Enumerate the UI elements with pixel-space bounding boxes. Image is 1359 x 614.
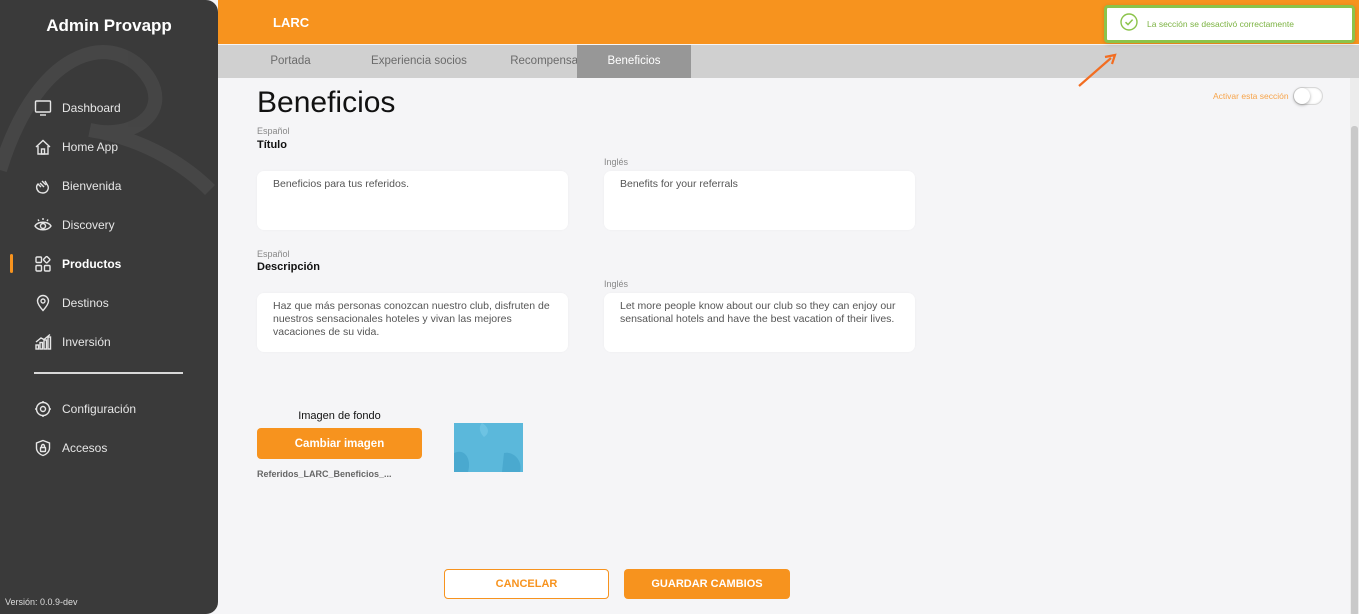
shield-lock-icon <box>34 439 52 457</box>
activate-section-control: Activar esta sección <box>1213 87 1323 105</box>
version-label: Versión: 0.0.9-dev <box>5 597 78 607</box>
descripcion-en-input[interactable]: Let more people know about our club so t… <box>604 293 915 352</box>
descripcion-es-input[interactable]: Haz que más personas conozcan nuestro cl… <box>257 293 568 352</box>
sidebar-item-configuracion[interactable]: Configuración <box>0 389 218 428</box>
sidebar-nav: Dashboard Home App Bienvenida Discovery … <box>0 88 218 361</box>
sidebar-item-label: Accesos <box>62 440 108 455</box>
sidebar-item-label: Destinos <box>62 295 109 310</box>
titulo-lang-es: Español <box>257 126 290 136</box>
image-filename: Referidos_LARC_Beneficios_... <box>257 469 392 479</box>
sidebar-item-label: Configuración <box>62 401 137 416</box>
change-image-button[interactable]: Cambiar imagen <box>257 428 422 459</box>
check-circle-icon <box>1120 12 1138 36</box>
toggle-label: Activar esta sección <box>1213 91 1289 101</box>
sidebar-item-accesos[interactable]: Accesos <box>0 428 218 467</box>
titulo-es-input[interactable]: Beneficios para tus referidos. <box>257 171 568 230</box>
grid-icon <box>34 255 52 273</box>
brand-title: Admin Provapp <box>46 16 172 35</box>
annotation-arrow-icon <box>1078 53 1117 87</box>
tab-bar: Portada Experiencia socios Recompensas B… <box>218 45 1359 78</box>
home-icon <box>34 138 52 156</box>
scrollbar-thumb[interactable] <box>1351 126 1358 614</box>
sidebar-item-label: Productos <box>62 256 122 271</box>
sidebar-item-dashboard[interactable]: Dashboard <box>0 88 218 127</box>
header-title: LARC <box>273 15 310 30</box>
titulo-lang-en: Inglés <box>604 157 629 167</box>
sidebar-item-inversion[interactable]: Inversión <box>0 322 218 361</box>
gear-icon <box>34 400 52 418</box>
sidebar-secondary-nav: Configuración Accesos <box>0 389 218 467</box>
leaf-pattern-icon <box>454 423 521 472</box>
descripcion-lang-en: Inglés <box>604 279 629 289</box>
sidebar-divider <box>34 372 183 374</box>
sidebar-item-discovery[interactable]: Discovery <box>0 205 218 244</box>
descripcion-lang-es: Español <box>257 249 290 259</box>
tab-experiencia-socios[interactable]: Experiencia socios <box>346 45 492 78</box>
sidebar-item-label: Inversión <box>62 334 111 349</box>
success-toast: La sección se desactivó correctamente <box>1104 5 1355 43</box>
descripcion-label: Descripción <box>257 261 320 273</box>
toast-message: La sección se desactivó correctamente <box>1147 19 1294 29</box>
eye-icon <box>34 216 52 234</box>
bar-chart-icon <box>34 333 52 351</box>
cancel-button[interactable]: CANCELAR <box>444 569 609 599</box>
content-scrollbar[interactable] <box>1350 78 1359 614</box>
monitor-icon <box>34 99 52 117</box>
sidebar: Admin Provapp Dashboard Home App Bienven… <box>0 0 218 614</box>
waving-hand-icon <box>34 177 52 195</box>
background-image-preview <box>454 423 523 472</box>
activate-section-toggle[interactable] <box>1292 87 1323 105</box>
tab-beneficios[interactable]: Beneficios <box>577 45 691 78</box>
toggle-knob <box>1293 88 1310 104</box>
sidebar-item-destinos[interactable]: Destinos <box>0 283 218 322</box>
tab-portada[interactable]: Portada <box>218 45 363 78</box>
sidebar-item-label: Home App <box>62 139 119 154</box>
sidebar-item-productos[interactable]: Productos <box>0 244 218 283</box>
location-pin-icon <box>34 294 52 312</box>
page-title: Beneficios <box>257 86 396 119</box>
titulo-en-input[interactable]: Benefits for your referrals <box>604 171 915 230</box>
sidebar-item-bienvenida[interactable]: Bienvenida <box>0 166 218 205</box>
save-changes-button[interactable]: GUARDAR CAMBIOS <box>624 569 790 599</box>
sidebar-item-label: Discovery <box>62 217 115 232</box>
titulo-label: Título <box>257 139 287 151</box>
background-image-label: Imagen de fondo <box>298 410 381 422</box>
sidebar-item-home-app[interactable]: Home App <box>0 127 218 166</box>
sidebar-item-label: Dashboard <box>62 100 121 115</box>
sidebar-item-label: Bienvenida <box>62 178 122 193</box>
